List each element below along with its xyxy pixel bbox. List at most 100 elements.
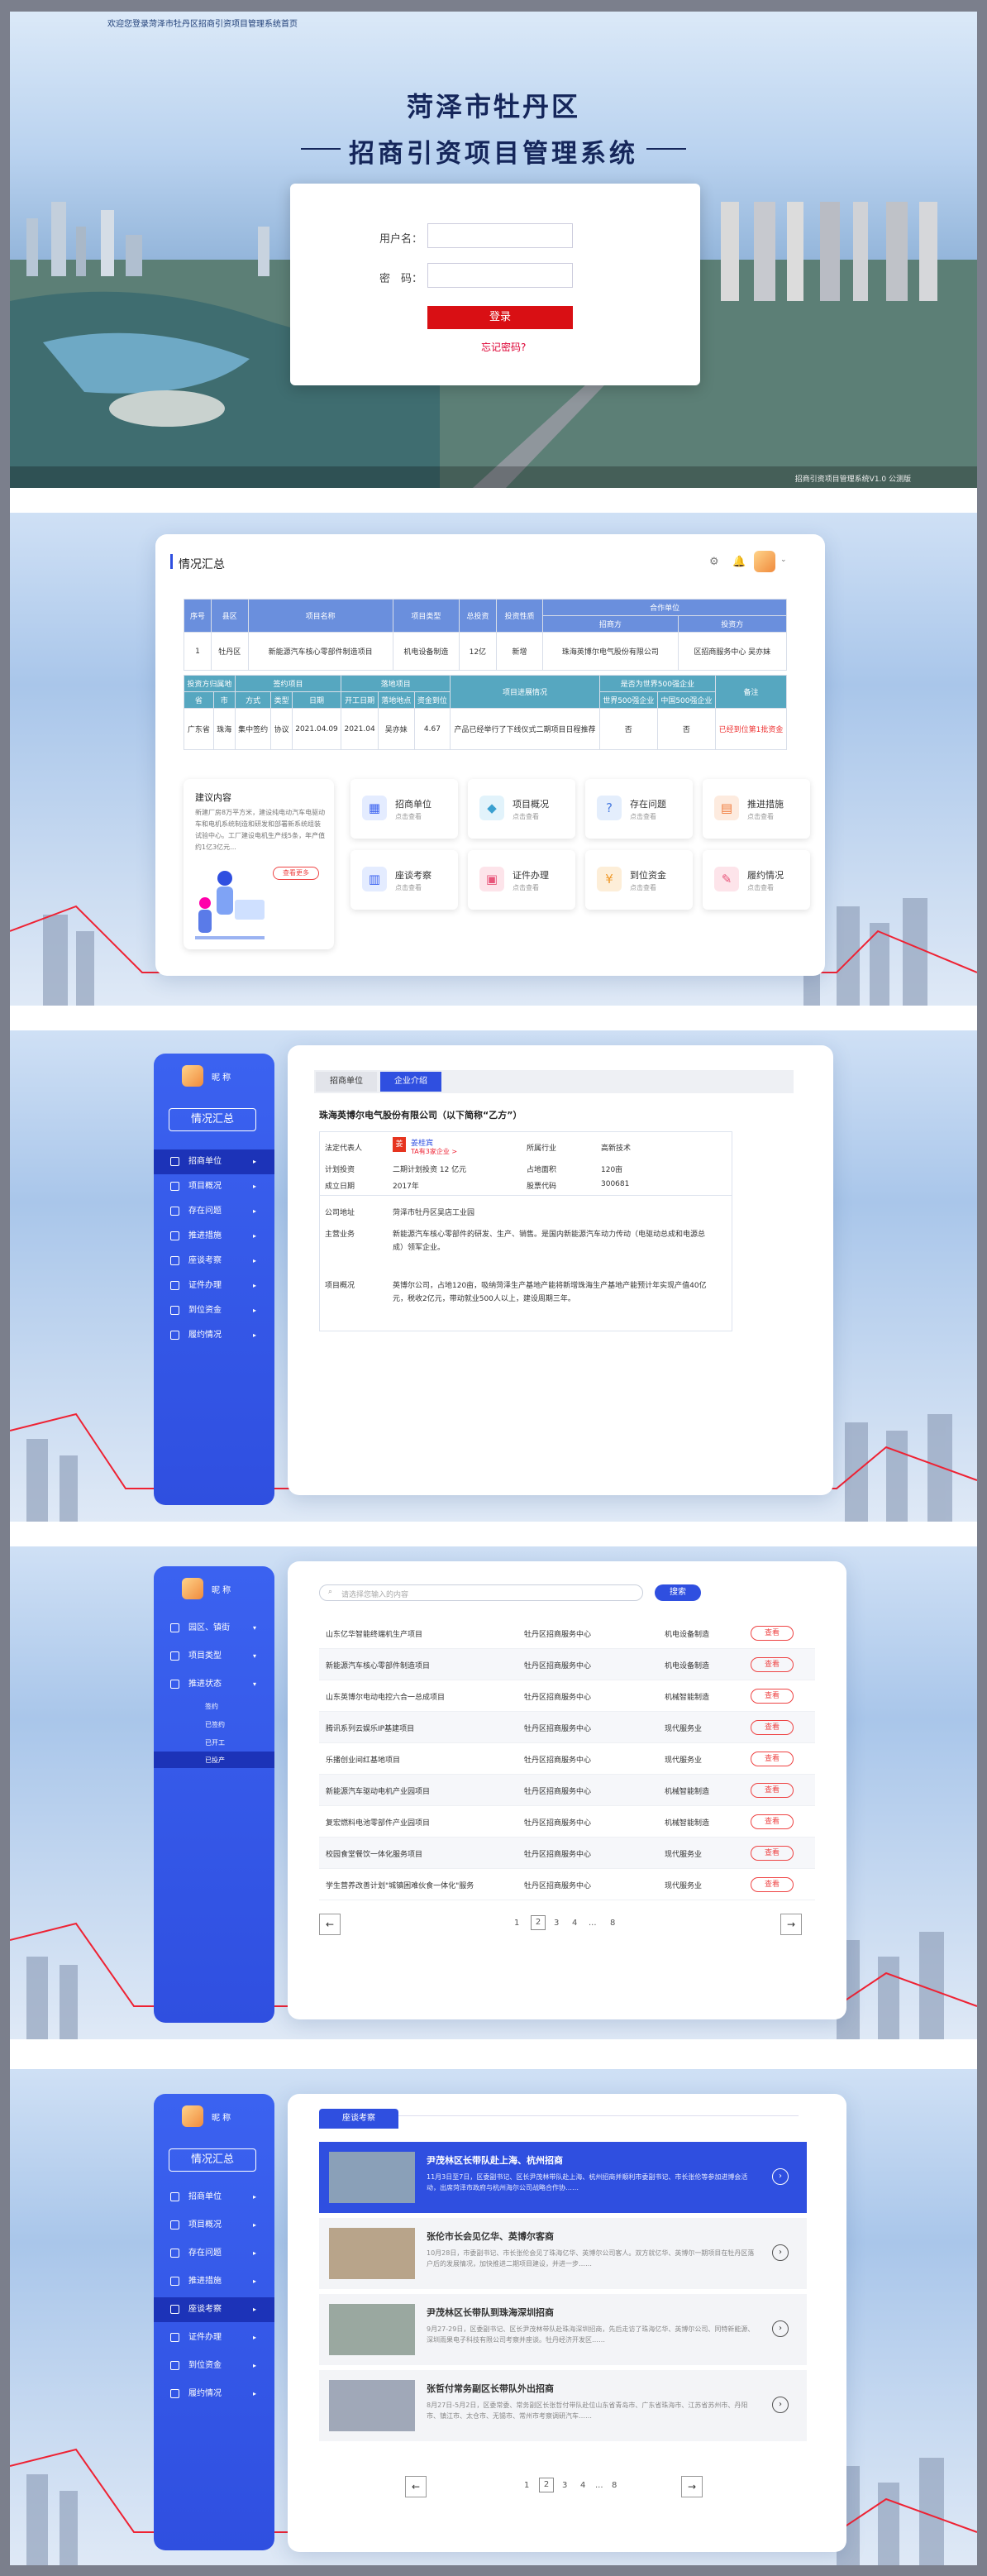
sidebar-item-座谈考察[interactable]: 座谈考察 ▸ (154, 2297, 274, 2322)
chevron-down-icon[interactable]: ⌄ (780, 556, 787, 564)
view-button[interactable]: 查看 (751, 1720, 794, 1735)
news-item[interactable]: 尹茂林区长带队到珠海深圳招商 9月27-29日，区委副书记、区长尹茂林带队赴珠海深… (319, 2294, 807, 2365)
summary-button[interactable]: 情况汇总 (169, 1108, 256, 1131)
sidebar-item-存在问题[interactable]: 存在问题 ▸ (154, 1199, 274, 1224)
sidebar-item-存在问题[interactable]: 存在问题 ▸ (154, 2241, 274, 2266)
card-项目概况[interactable]: ◆ 项目概况 点击查看 (468, 779, 575, 839)
sidebar-item-推进措施[interactable]: 推进措施 ▸ (154, 1224, 274, 1249)
sidebar-item-履约情况[interactable]: 履约情况 ▸ (154, 2382, 274, 2406)
filter-sub-active[interactable]: 已投产 (154, 1752, 274, 1768)
sidebar-item-项目概况[interactable]: 项目概况 ▸ (154, 2213, 274, 2238)
th-cell: 方式 (234, 691, 272, 709)
chat-icon (170, 1256, 179, 1265)
avatar[interactable] (754, 551, 775, 572)
legal-label: 法定代表人 (325, 1145, 363, 1153)
search-button[interactable]: 搜索 (655, 1584, 701, 1601)
view-button[interactable]: 查看 (751, 1626, 794, 1641)
card-招商单位[interactable]: ▦ 招商单位 点击查看 (350, 779, 458, 839)
news-item[interactable]: 张伦市长会见亿华、英博尔客商 10月28日，市委副书记、市长张伦会见了珠海亿华、英… (319, 2218, 807, 2289)
sidebar-item-招商单位[interactable]: 招商单位 ▸ (154, 2185, 274, 2210)
card-存在问题[interactable]: ? 存在问题 点击查看 (585, 779, 693, 839)
next-page-button[interactable]: → (780, 1914, 802, 1935)
project-name: 腾讯系列云娱乐IP基建项目 (326, 1725, 415, 1733)
page-4[interactable]: 4 (572, 1919, 577, 1928)
sidebar-item-招商单位[interactable]: 招商单位 ▸ (154, 1149, 274, 1174)
login-section: 欢迎您登录菏泽市牡丹区招商引资项目管理系统首页 菏泽市牡丹区 招商引资项目管理系… (10, 12, 977, 488)
legal-sub[interactable]: TA有3家企业 > (411, 1147, 457, 1156)
view-button[interactable]: 查看 (751, 1814, 794, 1829)
certificate-icon (170, 1281, 179, 1290)
view-button[interactable]: 查看 (751, 1689, 794, 1704)
page-8[interactable]: 8 (612, 2481, 617, 2490)
chevron-right-icon[interactable]: › (772, 2168, 789, 2185)
card-sub: 点击查看 (747, 884, 774, 891)
username-input[interactable] (427, 223, 573, 248)
card-title: 推进措施 (747, 799, 784, 810)
filter-推进状态[interactable]: 推进状态 ▾ (154, 1672, 274, 1697)
chevron-right-icon[interactable]: › (772, 2397, 789, 2413)
sidebar-item-座谈考察[interactable]: 座谈考察 ▸ (154, 1249, 274, 1274)
sidebar-item-证件办理[interactable]: 证件办理 ▸ (154, 1274, 274, 1298)
page-8[interactable]: 8 (610, 1919, 615, 1928)
settings-icon[interactable]: ⚙ (709, 556, 719, 568)
tab-座谈考察[interactable]: 座谈考察 (319, 2109, 398, 2129)
sidebar-item-项目概况[interactable]: 项目概况 ▸ (154, 1174, 274, 1199)
page-4[interactable]: 4 (580, 2481, 585, 2490)
chevron-right-icon[interactable]: › (772, 2320, 789, 2337)
project-type: 机电设备制造 (665, 1631, 710, 1639)
td-cell: 广东省 (184, 708, 214, 750)
page-1[interactable]: 1 (514, 1919, 519, 1928)
view-button[interactable]: 查看 (751, 1846, 794, 1861)
filter-sub-已开工[interactable]: 已开工 (205, 1738, 225, 1747)
next-page-button[interactable]: → (681, 2476, 703, 2497)
th-cell: 招商方 (542, 615, 679, 633)
project-type: 现代服务业 (665, 1725, 703, 1733)
sidebar-item-履约情况[interactable]: 履约情况 ▸ (154, 1323, 274, 1348)
password-input[interactable] (427, 263, 573, 288)
news-item[interactable]: 张哲付常务副区长带队外出招商 8月27日-5月2日，区委常委、常务副区长张哲付带队… (319, 2370, 807, 2441)
page-2[interactable]: 2 (531, 1915, 546, 1930)
chevron-right-icon: ▸ (252, 1232, 256, 1240)
page-3[interactable]: 3 (554, 1919, 559, 1928)
forgot-password-link[interactable]: 忘记密码? (481, 340, 526, 354)
th-cell: 备注 (715, 675, 787, 709)
sidebar-item-到位资金[interactable]: 到位资金 ▸ (154, 2354, 274, 2378)
more-button[interactable]: 查看更多 (273, 867, 319, 880)
page-2[interactable]: 2 (539, 2478, 554, 2492)
filter-项目类型[interactable]: 项目类型 ▾ (154, 1644, 274, 1669)
tab-企业介绍[interactable]: 企业介绍 (380, 1072, 441, 1092)
sidebar-item-证件办理[interactable]: 证件办理 ▸ (154, 2325, 274, 2350)
news-item[interactable]: 尹茂林区长带队赴上海、杭州招商 11月3日至7日，区委副书记、区长尹茂林带队赴上海… (319, 2142, 807, 2213)
summary-button[interactable]: 情况汇总 (169, 2148, 256, 2172)
news-list: 尹茂林区长带队赴上海、杭州招商 11月3日至7日，区委副书记、区长尹茂林带队赴上海… (319, 2142, 807, 2446)
search-input[interactable]: ⌕ 请选择您输入的内容 (319, 1584, 643, 1601)
filter-园区镇街[interactable]: 园区、镇街 ▾ (154, 1616, 274, 1641)
prev-page-button[interactable]: ← (405, 2476, 427, 2497)
people-illustration (195, 871, 265, 939)
view-button[interactable]: 查看 (751, 1783, 794, 1798)
table-row: 腾讯系列云娱乐IP基建项目 牡丹区招商服务中心 现代服务业 查看 (319, 1712, 815, 1743)
sidebar-item-推进措施[interactable]: 推进措施 ▸ (154, 2269, 274, 2294)
tab-招商单位[interactable]: 招商单位 (316, 1072, 377, 1092)
filter-sub-已签约[interactable]: 已签约 (205, 1720, 225, 1729)
page-1[interactable]: 1 (524, 2481, 529, 2490)
filter-sub-签约[interactable]: 签约 (205, 1702, 218, 1711)
page-3[interactable]: 3 (562, 2481, 567, 2490)
view-button[interactable]: 查看 (751, 1752, 794, 1766)
chevron-right-icon[interactable]: › (772, 2244, 789, 2261)
bell-icon[interactable]: 🔔 (732, 556, 746, 568)
card-履约情况[interactable]: ✎ 履约情况 点击查看 (703, 850, 810, 910)
th-cell: 开工日期 (341, 691, 379, 709)
card-座谈考察[interactable]: ▥ 座谈考察 点击查看 (350, 850, 458, 910)
td-cell: 2021.04.09 (291, 708, 342, 750)
sidebar-item-到位资金[interactable]: 到位资金 ▸ (154, 1298, 274, 1323)
view-button[interactable]: 查看 (751, 1877, 794, 1892)
hero-subtitle: 招商引资项目管理系统 (349, 139, 638, 169)
card-到位资金[interactable]: ¥ 到位资金 点击查看 (585, 850, 693, 910)
news-text: 10月28日，市委副书记、市长张伦会见了珠海亿华、英博尔公司客人。双方就亿华、英… (427, 2249, 755, 2268)
login-button[interactable]: 登录 (427, 306, 573, 329)
prev-page-button[interactable]: ← (319, 1914, 341, 1935)
card-推进措施[interactable]: ▤ 推进措施 点击查看 (703, 779, 810, 839)
card-证件办理[interactable]: ▣ 证件办理 点击查看 (468, 850, 575, 910)
view-button[interactable]: 查看 (751, 1657, 794, 1672)
